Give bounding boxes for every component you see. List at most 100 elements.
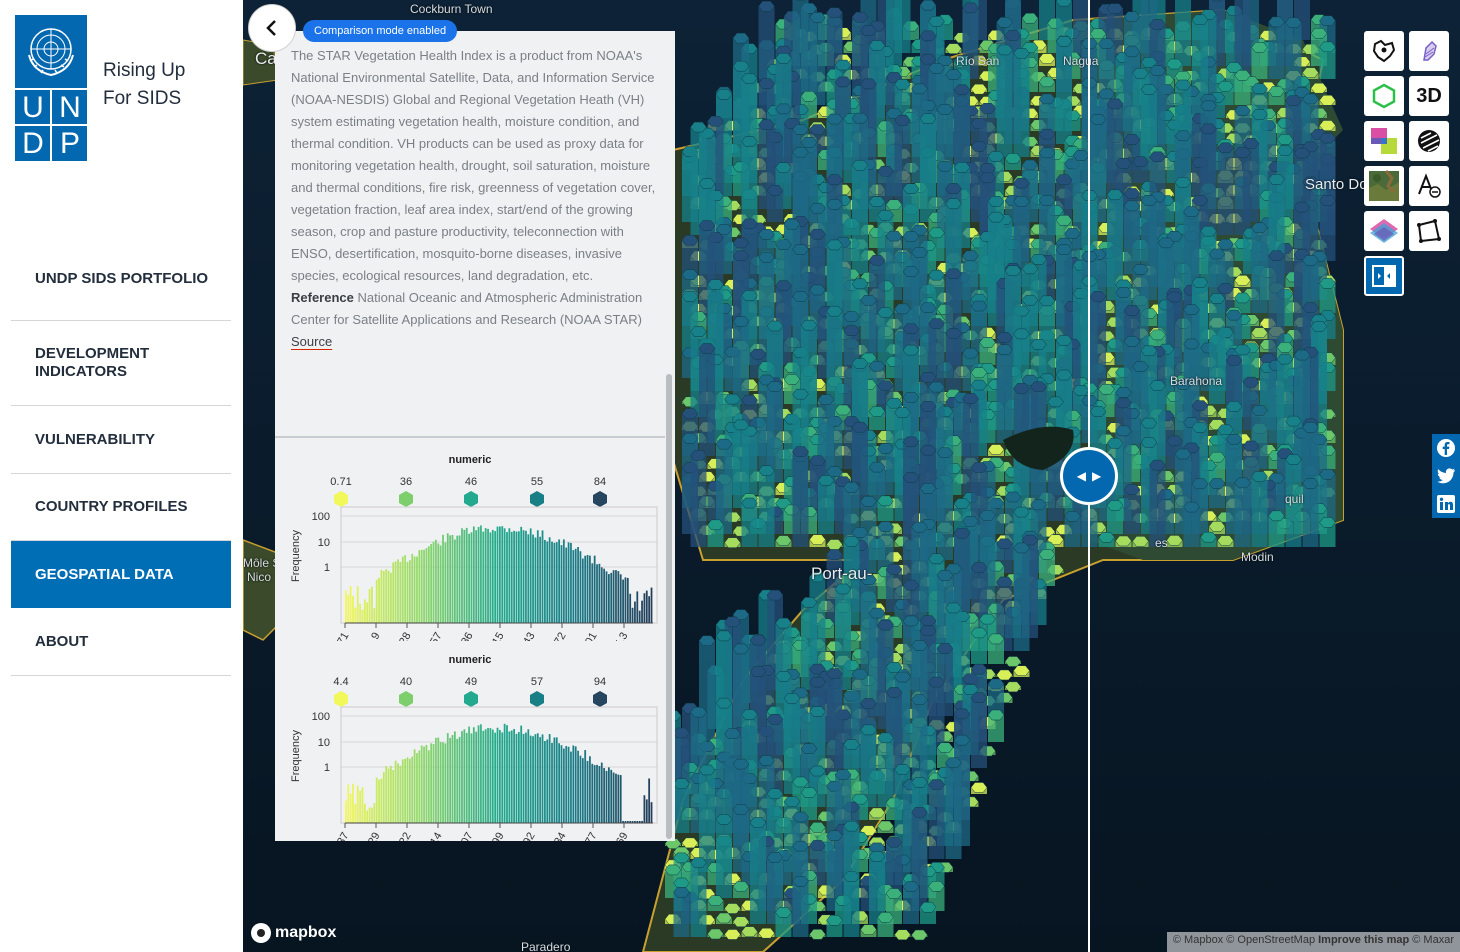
histogram-bar [546, 541, 549, 623]
histogram-bar [366, 602, 369, 623]
tagline-line-2: For SIDS [103, 88, 182, 109]
histogram-bar [463, 729, 466, 823]
x-tick-label: 31.14 [420, 831, 444, 842]
histogram-bar [345, 800, 347, 823]
histogram-bar [579, 755, 582, 823]
histogram-bar [494, 531, 497, 623]
histogram-bar [373, 803, 376, 823]
histogram-bar [619, 574, 622, 623]
hexagon-button[interactable] [1364, 76, 1404, 116]
histogram-bar [593, 765, 596, 823]
histogram-bar [480, 525, 482, 623]
source-link[interactable]: Source [291, 334, 332, 349]
nav-item-development-indicators[interactable]: DEVELOPMENT INDICATORS [11, 321, 231, 406]
layers-stack-button[interactable] [1364, 211, 1404, 251]
histogram-bar [366, 810, 369, 823]
histogram-bar [465, 732, 468, 823]
x-tick-label: 66.84 [544, 831, 568, 842]
histogram-bar [641, 600, 643, 623]
histogram-bar [605, 770, 608, 823]
x-tick-label: 4.37 [330, 831, 351, 842]
linkedin-share-button[interactable] [1432, 490, 1460, 518]
nav-item-about[interactable]: ABOUT [11, 608, 231, 676]
reference-label: Reference [291, 290, 354, 305]
undp-logo[interactable]: U N D P [15, 15, 87, 161]
histogram-bar [423, 549, 425, 623]
region-select-icon [1423, 40, 1437, 61]
hex-column [1013, 547, 1030, 651]
twitter-share-button[interactable] [1432, 462, 1460, 490]
histogram-bar [449, 737, 452, 823]
x-tick-label: 17.28 [389, 631, 413, 642]
histogram-bar [503, 723, 506, 823]
histogram-bar [494, 732, 497, 823]
nav-item-sids-portfolio[interactable]: UNDP SIDS PORTFOLIO [11, 238, 231, 321]
histogram-bar [565, 547, 568, 623]
comparison-mode-button[interactable] [1364, 256, 1404, 296]
histogram-bar [446, 733, 449, 823]
basemap-satellite-button[interactable] [1364, 166, 1404, 206]
polygon-draw-button[interactable] [1409, 211, 1449, 251]
x-tick-label: 0.71 [330, 631, 351, 642]
histogram-bar [522, 733, 525, 823]
globe-button[interactable] [1409, 121, 1449, 161]
histogram-bar [544, 741, 546, 823]
layer-color-button[interactable] [1364, 121, 1404, 161]
histogram-bar [584, 750, 587, 823]
map-label-nagua: Nagua [1063, 54, 1099, 68]
histogram-bar [553, 542, 556, 623]
histogram-bar [416, 753, 418, 823]
histogram-right: numeric 4.4 40 49 57 94 100 10 1 Frequency 4.37 13.… [275, 641, 665, 841]
x-tick-label: 75.77 [575, 831, 599, 842]
histogram-bar [397, 763, 399, 823]
improve-map-link[interactable]: Improve this map [1318, 934, 1409, 946]
histogram-bar [615, 773, 617, 823]
hex-column [1124, 205, 1140, 274]
hex-column [920, 118, 936, 222]
legend-value: 40 [400, 676, 412, 688]
histogram-bar [475, 530, 478, 623]
nav-item-geospatial-data[interactable]: GEOSPATIAL DATA [11, 541, 231, 608]
histogram-bar [472, 526, 475, 623]
histogram-bar [472, 727, 475, 823]
3d-toggle-button[interactable]: 3D [1409, 76, 1449, 116]
hex-column [1183, 507, 1200, 547]
map-label-paradero: Paradero [521, 940, 571, 952]
collapse-panel-button[interactable] [248, 4, 296, 52]
facebook-share-button[interactable] [1432, 434, 1460, 462]
region-select-button[interactable] [1409, 31, 1449, 71]
histogram-bar [579, 551, 582, 623]
histogram-bar [413, 556, 416, 623]
histogram-bar [515, 531, 518, 623]
layer-description: The STAR Vegetation Health Index is a pr… [291, 45, 657, 353]
histogram-bar [345, 590, 347, 623]
mapbox-logo[interactable]: mapbox [251, 923, 336, 943]
histogram-bar [567, 542, 570, 623]
comparison-slider-handle[interactable]: ◀ ▶ [1060, 447, 1118, 505]
histogram-bar [622, 579, 624, 623]
y-axis-label: Frequency [290, 530, 302, 582]
panel-scrollbar[interactable] [666, 374, 672, 839]
country-outline-button[interactable] [1364, 31, 1404, 71]
histogram-bar [501, 732, 504, 823]
nav-item-country-profiles[interactable]: COUNTRY PROFILES [11, 474, 231, 541]
legend-hex-swatch [399, 491, 413, 507]
histogram-bar [546, 739, 549, 823]
histogram-title: numeric [449, 454, 492, 466]
label-toggle-icon [1418, 173, 1441, 198]
histogram-bar [645, 799, 648, 823]
histogram-bar [496, 526, 499, 623]
histogram-bar [382, 570, 385, 623]
label-toggle-button[interactable] [1409, 166, 1449, 206]
histogram-bar [600, 567, 603, 623]
histogram-bar [378, 577, 380, 623]
histogram-bar [610, 769, 613, 823]
x-tick-label: 9 [369, 631, 382, 642]
hex-column [673, 892, 690, 937]
nav-item-vulnerability[interactable]: VULNERABILITY [11, 406, 231, 474]
histogram-bar [541, 734, 544, 823]
histogram-bar [394, 561, 397, 623]
legend-value: 57 [531, 676, 543, 688]
histogram-bar [418, 750, 421, 823]
histogram-bar [470, 733, 473, 823]
